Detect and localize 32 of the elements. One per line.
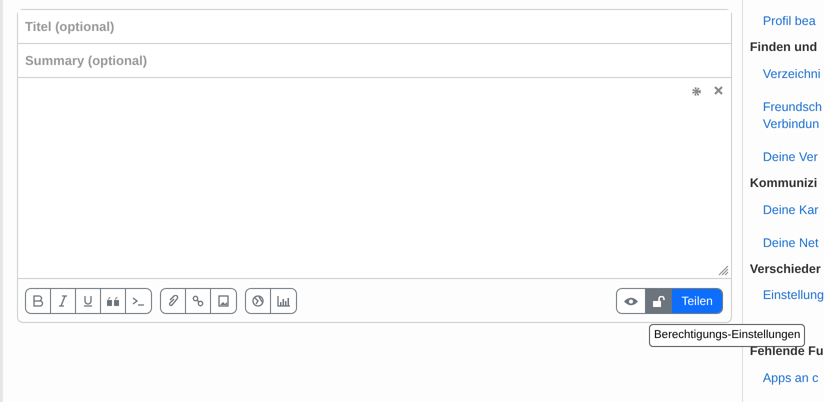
sidebar-heading: Finden und — [748, 39, 818, 56]
image-icon — [218, 295, 229, 307]
quote-icon — [107, 296, 119, 306]
sidebar-link[interactable]: Freundsch Verbindun — [742, 98, 822, 133]
sidebar-link[interactable]: Apps an c — [742, 370, 818, 387]
terminal-icon — [132, 296, 145, 306]
underline-icon — [83, 295, 93, 307]
settings-icon[interactable] — [690, 86, 702, 97]
paperclip-button[interactable] — [161, 289, 186, 313]
sidebar-heading: Verschieder — [748, 260, 821, 278]
tooltip: Berechtigungs-Einstellungen — [649, 324, 806, 348]
sidebar-heading: Kommunizi — [748, 174, 818, 192]
italic-icon — [59, 295, 67, 307]
close-icon[interactable] — [714, 86, 723, 95]
sidebar-link[interactable]: Profil bea — [742, 13, 816, 30]
bold-button[interactable] — [26, 289, 51, 313]
sidebar-link[interactable]: Verzeichni — [742, 66, 821, 83]
title-field[interactable]: Titel (optional) — [18, 10, 731, 44]
bold-icon — [32, 295, 44, 307]
share-button[interactable]: Teilen — [672, 289, 722, 313]
bar-chart-icon — [277, 296, 290, 306]
globe-button[interactable] — [246, 289, 271, 313]
sidebar-link[interactable]: Deine Ver — [742, 148, 818, 166]
sidebar-link[interactable]: Deine Net — [742, 234, 818, 252]
paperclip-icon — [168, 295, 178, 307]
eye-icon — [624, 296, 638, 306]
resize-handle-icon[interactable] — [716, 264, 729, 276]
permissions-button[interactable] — [645, 289, 672, 313]
lock-icon — [652, 296, 665, 306]
sidebar-link[interactable]: Deine Kar — [742, 202, 818, 218]
sidebar-link[interactable]: Einstellung — [742, 287, 824, 304]
link-icon — [192, 295, 204, 307]
